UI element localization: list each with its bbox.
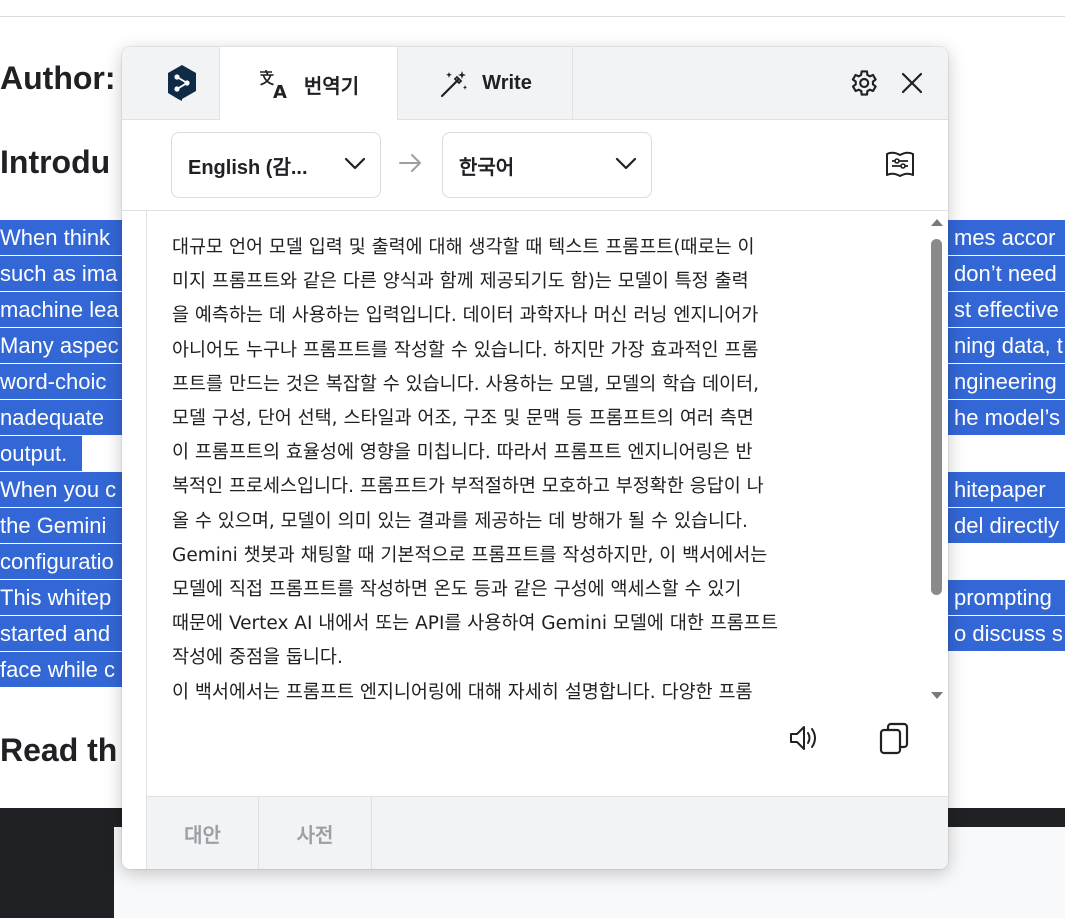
translation-output-area: 대규모 언어 모델 입력 및 출력에 대해 생각할 때 텍스트 프롬프트(때로는…: [146, 211, 948, 796]
arrow-right-icon: [399, 154, 421, 172]
highlighted-text-line: hitepaper: [948, 472, 1065, 507]
highlighted-text-line: st effective: [948, 292, 1065, 327]
highlighted-text-line: nadequate: [0, 400, 122, 435]
tab-translator-label: 번역기: [303, 75, 360, 98]
translate-icon: 文 A: [259, 70, 287, 101]
scroll-down-arrow-icon: [931, 692, 943, 699]
highlighted-text-line: When you c: [0, 472, 122, 507]
page-heading-author: Author:: [0, 60, 116, 96]
tab-alternatives[interactable]: 대안: [147, 797, 259, 869]
gear-icon: [851, 70, 877, 96]
highlighted-text-line: del directly: [948, 508, 1065, 543]
tab-translator[interactable]: 文 A 번역기: [220, 47, 398, 121]
close-button[interactable]: [895, 66, 929, 100]
translator-popup: 文 A 번역기 Write English (감... 한국어 대규모 언어 모…: [122, 47, 948, 869]
source-language-value: English (감...: [188, 156, 308, 179]
highlighted-text-line: word-choic: [0, 364, 122, 399]
tab-write-label: Write: [482, 72, 532, 94]
glossary-book-icon: [886, 151, 914, 177]
page-top-divider: [0, 16, 1065, 17]
highlighted-text-line: prompting: [948, 580, 1065, 615]
highlighted-text-line: This whitep: [0, 580, 122, 615]
highlighted-text-line: Many aspec: [0, 328, 122, 363]
highlighted-text-line: ning data, t: [948, 328, 1065, 363]
highlighted-text-line: the Gemini: [0, 508, 122, 543]
highlighted-text-line: output.: [0, 436, 82, 471]
page-heading-introduction: Introdu: [0, 144, 111, 180]
popup-tab-bar: 文 A 번역기 Write: [122, 47, 948, 121]
listen-button[interactable]: [787, 721, 821, 760]
tab-write[interactable]: Write: [398, 47, 573, 120]
page-heading-read: Read th: [0, 732, 118, 768]
highlighted-text-line: started and: [0, 616, 122, 651]
chevron-down-icon: [615, 157, 637, 170]
scroll-up-arrow-icon: [931, 219, 943, 226]
glossary-button[interactable]: [884, 150, 916, 185]
highlighted-text-line: he model’s: [948, 400, 1065, 435]
highlighted-text-line: When think: [0, 220, 122, 255]
close-icon: [901, 72, 923, 94]
scrollbar-thumb[interactable]: [931, 239, 942, 595]
copy-icon: [879, 722, 909, 755]
settings-button[interactable]: [846, 66, 880, 100]
highlighted-text-line: machine lea: [0, 292, 122, 327]
highlighted-text-line: o discuss s: [948, 616, 1065, 651]
language-selector-row: English (감... 한국어: [122, 120, 948, 211]
translation-text: 대규모 언어 모델 입력 및 출력에 대해 생각할 때 텍스트 프롬프트(때로는…: [172, 237, 778, 703]
popup-footer: 대안 사전: [146, 796, 948, 869]
highlighted-text-line: face while c: [0, 652, 122, 687]
svg-text:A: A: [273, 82, 287, 101]
highlighted-text-line: ngineering: [948, 364, 1065, 399]
deepl-logo-icon: [168, 65, 196, 101]
chevron-down-icon: [344, 157, 366, 170]
highlighted-text-line: mes accor: [948, 220, 1065, 255]
tab-dictionary[interactable]: 사전: [259, 797, 372, 869]
logo-cell[interactable]: [122, 47, 220, 120]
highlighted-text-line: configuratio: [0, 544, 122, 579]
magic-wand-icon: [441, 70, 468, 97]
target-language-value: 한국어: [459, 156, 515, 179]
copy-button[interactable]: [877, 721, 911, 760]
speaker-icon: [790, 726, 816, 750]
target-language-select[interactable]: 한국어: [442, 132, 652, 198]
source-language-select[interactable]: English (감...: [171, 132, 381, 198]
highlighted-text-line: don’t need: [948, 256, 1065, 291]
highlighted-text-line: such as ima: [0, 256, 122, 291]
